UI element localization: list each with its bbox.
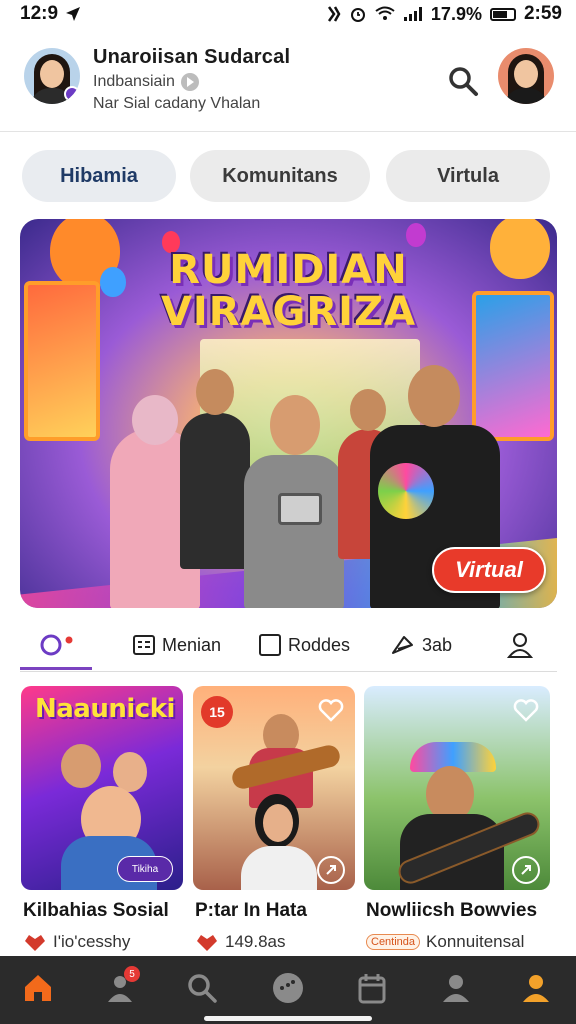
location-arrow-icon <box>66 7 81 21</box>
share-icon[interactable] <box>512 856 540 884</box>
account-icon <box>523 975 549 1002</box>
tab-overview[interactable] <box>40 628 76 662</box>
tag-icon <box>133 635 155 655</box>
signal-icon <box>403 7 422 21</box>
bottom-navigation: 5 <box>0 956 576 1024</box>
active-tab-indicator <box>20 667 92 670</box>
header-text: Unaroiisan Sudarcal Indbansiain Nar Sial… <box>93 46 290 113</box>
card-meta-text: Konnuitensal <box>426 932 525 951</box>
tab-profile[interactable] <box>506 628 534 662</box>
battery-percent: 17.9% <box>430 3 482 24</box>
search-icon <box>188 974 217 1003</box>
heart-badge-icon <box>197 935 217 951</box>
balloon-icon <box>406 223 426 247</box>
content-tabs: Menian Roddes 3ab <box>20 620 557 672</box>
virtual-button[interactable]: Virtual <box>432 547 546 593</box>
chip-hibamia[interactable]: Hibamia <box>22 150 176 202</box>
card-thumbnail: 15 <box>193 686 355 890</box>
chat-icon <box>273 973 303 1003</box>
nav-profile[interactable] <box>436 968 476 1008</box>
profile-subtitle: Indbansiain <box>93 73 175 90</box>
hero-person <box>234 395 354 608</box>
category-chips: Hibamia Komunitans Virtula <box>22 150 554 202</box>
profile-subtitle-row: Indbansiain <box>93 73 290 91</box>
card-person <box>263 804 293 842</box>
card-title: Nowliicsh Bowvies <box>366 900 538 921</box>
tab-3ab[interactable]: 3ab <box>390 628 452 662</box>
person-head <box>270 395 320 455</box>
home-icon <box>25 975 51 1001</box>
search-icon[interactable] <box>446 64 480 98</box>
profile-header: Unaroiisan Sudarcal Indbansiain Nar Sial… <box>0 34 576 132</box>
card-thumbnail: Naaunicki Tikiha <box>21 686 183 890</box>
chip-komunitans[interactable]: Komunitans <box>190 150 370 202</box>
tab-label: 3ab <box>422 634 453 655</box>
status-time-right: 2:59 <box>523 3 562 24</box>
battery-icon <box>489 7 516 21</box>
toy-ball-icon <box>378 463 434 519</box>
nav-account[interactable] <box>516 968 556 1008</box>
tab-roddes[interactable]: Roddes <box>258 628 350 662</box>
profile-description: Nar Sial cadany Vhalan <box>93 95 261 112</box>
card-meta: 149.8as <box>195 932 286 952</box>
verified-badge-icon <box>64 86 80 102</box>
nfc-icon <box>327 6 341 22</box>
calendar-icon <box>358 974 386 1004</box>
person-body <box>244 455 344 608</box>
status-left: 12:9 <box>20 3 82 25</box>
status-right: 17.9% 2:59 <box>327 3 562 25</box>
card-meta: Centinda Konnuitensal <box>366 932 524 952</box>
heart-icon[interactable] <box>317 696 345 724</box>
heart-badge-icon <box>25 935 45 951</box>
avatar-face <box>40 60 64 88</box>
person-head <box>196 369 234 415</box>
card-pill-badge: Tikiha <box>117 856 173 882</box>
notification-count: 5 <box>124 966 140 982</box>
card-badge: Centinda <box>366 934 421 950</box>
square-icon <box>259 634 281 656</box>
status-bar: 12:9 17.9% 2:59 <box>0 0 576 28</box>
hero-title-line1: RUMIDIAN <box>169 247 408 293</box>
heart-icon[interactable] <box>512 696 540 724</box>
nav-home[interactable] <box>18 968 58 1008</box>
avatar-face <box>514 60 538 88</box>
tab-label: Menian <box>162 634 222 655</box>
person-outline-icon <box>506 633 534 658</box>
user-avatar[interactable] <box>498 48 554 104</box>
nav-notifications[interactable]: 5 <box>100 966 140 1008</box>
tab-menian[interactable]: Menian <box>132 628 221 662</box>
nav-calendar[interactable] <box>352 968 392 1008</box>
tab-label: Roddes <box>288 634 351 655</box>
card-person <box>61 744 101 788</box>
person-head <box>132 395 178 445</box>
nav-chat[interactable] <box>268 968 308 1008</box>
hero-title-line2: VIRAGRIZA <box>160 289 417 335</box>
home-indicator[interactable] <box>204 1016 372 1021</box>
card-title: P:tar In Hata <box>195 900 307 921</box>
card-heading: Naaunicki <box>35 694 175 724</box>
card-meta-text: I'io'cesshy <box>53 932 131 951</box>
alarm-icon <box>350 8 365 22</box>
profile-name: Unaroiisan Sudarcal <box>93 46 291 68</box>
tablet-icon <box>278 493 322 525</box>
person-head <box>408 365 460 427</box>
card-title: Kilbahias Sosial <box>23 900 169 921</box>
chip-virtula[interactable]: Virtula <box>386 150 550 202</box>
card-person-body <box>241 846 317 890</box>
send-icon <box>392 636 413 654</box>
circle-dot-icon <box>40 634 73 656</box>
card-thumbnail <box>364 686 550 890</box>
profile-icon <box>443 975 469 1002</box>
wifi-icon <box>375 6 395 20</box>
card-meta-text: 149.8as <box>225 932 286 951</box>
card-badge: 15 <box>201 696 233 728</box>
share-icon[interactable] <box>317 856 345 884</box>
hero-banner[interactable]: RUMIDIAN VIRAGRIZA Virtual <box>20 219 557 608</box>
status-time: 12:9 <box>20 3 59 24</box>
avatar[interactable] <box>24 48 80 104</box>
nav-search[interactable] <box>182 968 222 1008</box>
play-icon[interactable] <box>180 73 199 91</box>
card-meta: I'io'cesshy <box>23 932 130 952</box>
